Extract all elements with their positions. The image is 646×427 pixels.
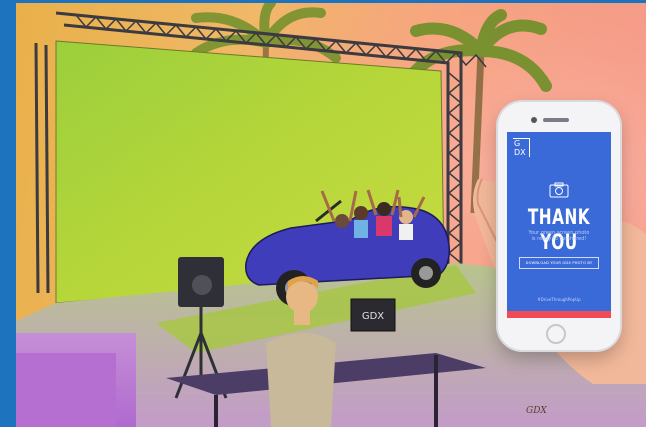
monitor-label: GDX xyxy=(362,311,384,322)
phone-screen: G DX THANK YOU Your green screen photo i… xyxy=(507,132,611,318)
screen-subtitle: Your green screen photo is ready to be s… xyxy=(528,230,590,242)
illustration-scene: GDX GDX G DX THANK YOU Your green screen… xyxy=(16,3,646,427)
gdx-logo: G DX xyxy=(513,138,537,160)
front-camera xyxy=(531,117,537,123)
smartphone: G DX THANK YOU Your green screen photo i… xyxy=(498,102,620,350)
home-button[interactable] xyxy=(546,324,566,344)
hashtag-text: #DriveThroughPopUp xyxy=(537,297,581,302)
artist-signature: GDX xyxy=(526,406,547,416)
phone-speaker xyxy=(543,118,569,122)
monitor-gdx: GDX xyxy=(350,298,396,332)
page-frame: GDX GDX G DX THANK YOU Your green screen… xyxy=(0,0,646,427)
camera-icon xyxy=(549,182,569,198)
download-photo-button[interactable]: DOWNLOAD YOUR GDX PHOTO BY xyxy=(519,257,599,269)
screen-red-bar xyxy=(507,311,611,318)
